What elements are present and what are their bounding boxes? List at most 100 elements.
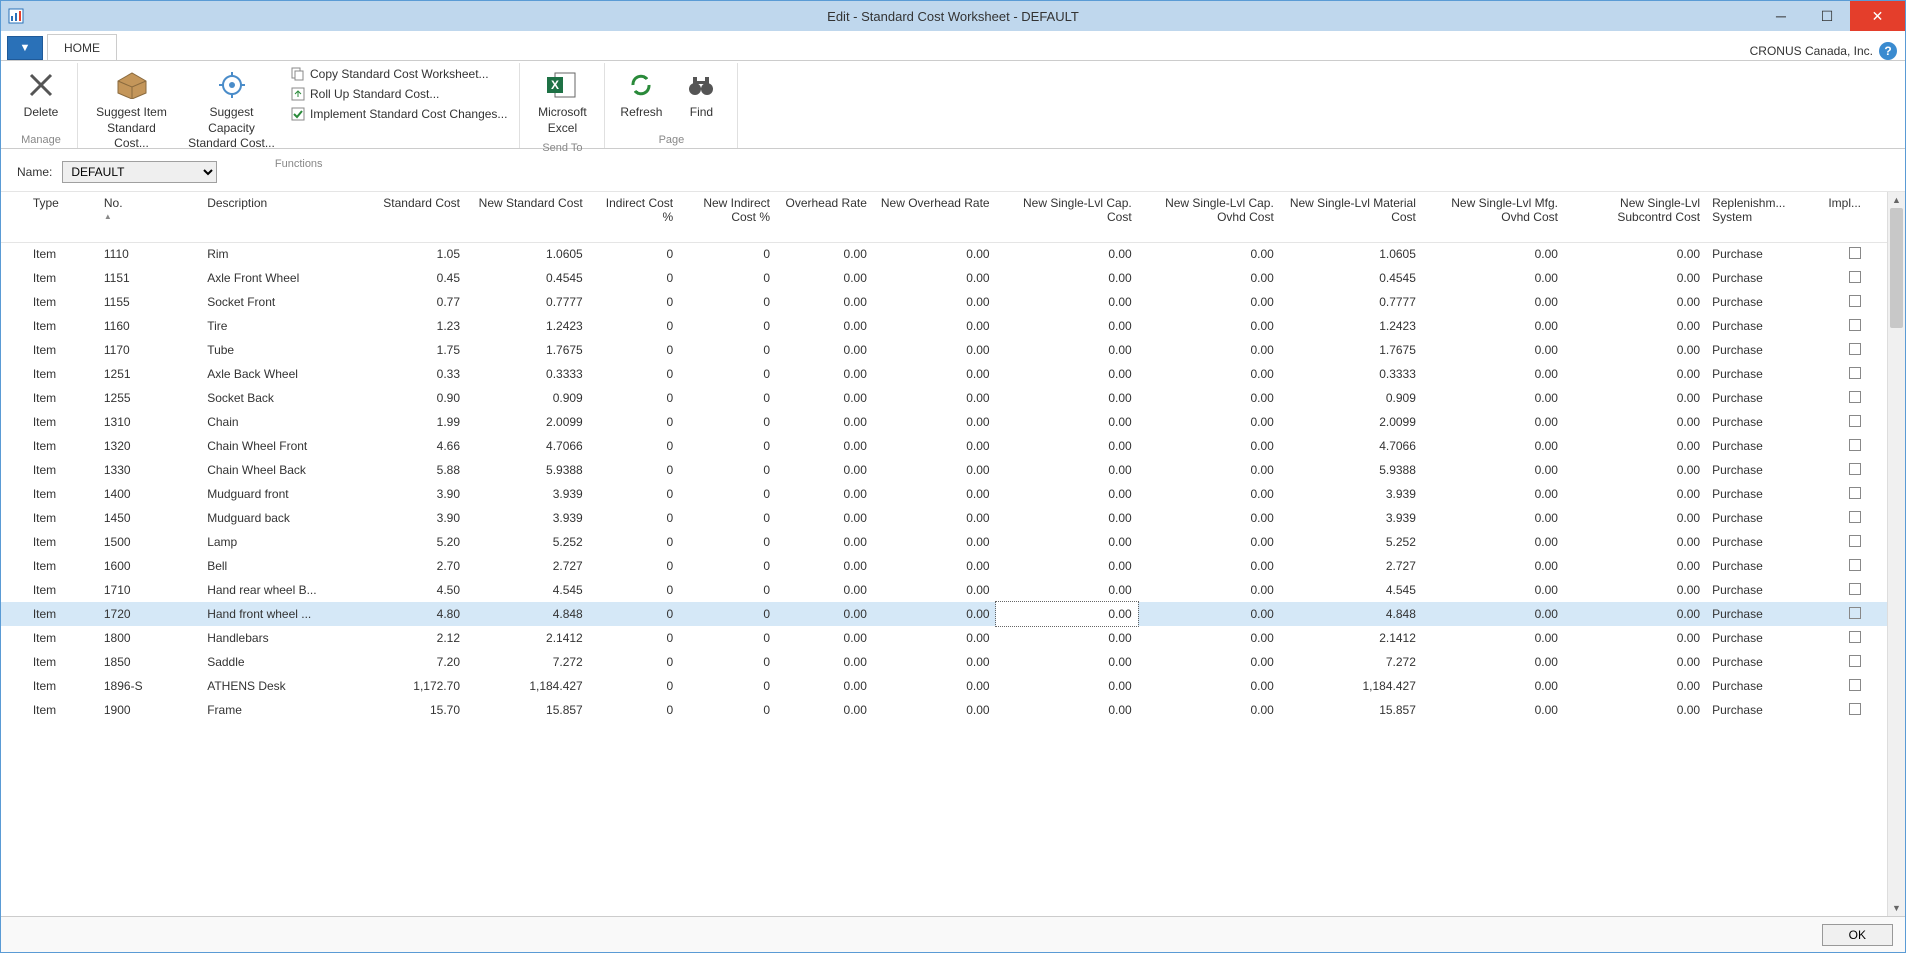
- cell-nind[interactable]: 0: [679, 602, 776, 626]
- cell-nstd[interactable]: 2.1412: [466, 626, 589, 650]
- suggest-item-button[interactable]: Suggest Item Standard Cost...: [84, 63, 179, 156]
- cell-std[interactable]: 5.88: [369, 458, 466, 482]
- cell-no[interactable]: 1450: [98, 506, 201, 530]
- cell-novh[interactable]: 0.00: [873, 602, 996, 626]
- cell-rep[interactable]: Purchase: [1706, 506, 1822, 530]
- cell-type[interactable]: Item: [27, 698, 98, 722]
- cell[interactable]: [1, 530, 27, 554]
- cell[interactable]: [1, 386, 27, 410]
- cell-ncap[interactable]: 0.00: [996, 482, 1138, 506]
- cell-ncap[interactable]: 0.00: [996, 554, 1138, 578]
- cell-rep[interactable]: Purchase: [1706, 578, 1822, 602]
- cell-nsub[interactable]: 0.00: [1564, 290, 1706, 314]
- cell-rep[interactable]: Purchase: [1706, 242, 1822, 266]
- cell-impl[interactable]: [1822, 602, 1887, 626]
- cell-nmfg[interactable]: 0.00: [1422, 458, 1564, 482]
- impl-checkbox[interactable]: [1849, 511, 1861, 523]
- cell-impl[interactable]: [1822, 578, 1887, 602]
- cell-desc[interactable]: Hand front wheel ...: [201, 602, 369, 626]
- cell-desc[interactable]: Socket Back: [201, 386, 369, 410]
- table-row[interactable]: Item1251Axle Back Wheel0.330.3333000.000…: [1, 362, 1887, 386]
- cell-no[interactable]: 1900: [98, 698, 201, 722]
- col-no[interactable]: No.▲: [98, 192, 201, 242]
- cell-ind[interactable]: 0: [589, 242, 679, 266]
- table-row[interactable]: Item1320Chain Wheel Front4.664.7066000.0…: [1, 434, 1887, 458]
- impl-checkbox[interactable]: [1849, 247, 1861, 259]
- cell-ncapo[interactable]: 0.00: [1138, 434, 1280, 458]
- impl-checkbox[interactable]: [1849, 487, 1861, 499]
- cell-std[interactable]: 1,172.70: [369, 674, 466, 698]
- cell-nmfg[interactable]: 0.00: [1422, 554, 1564, 578]
- cell-impl[interactable]: [1822, 242, 1887, 266]
- cell-nind[interactable]: 0: [679, 674, 776, 698]
- cell-nsub[interactable]: 0.00: [1564, 242, 1706, 266]
- cell-nsub[interactable]: 0.00: [1564, 698, 1706, 722]
- cell-impl[interactable]: [1822, 386, 1887, 410]
- cell-impl[interactable]: [1822, 530, 1887, 554]
- cell-ovh[interactable]: 0.00: [776, 578, 873, 602]
- col-newmat[interactable]: New Single-Lvl Material Cost: [1280, 192, 1422, 242]
- tab-home[interactable]: HOME: [47, 34, 117, 60]
- cell-type[interactable]: Item: [27, 410, 98, 434]
- col-newsub[interactable]: New Single-Lvl Subcontrd Cost: [1564, 192, 1706, 242]
- cell-type[interactable]: Item: [27, 242, 98, 266]
- cell-ovh[interactable]: 0.00: [776, 362, 873, 386]
- cell-nmfg[interactable]: 0.00: [1422, 650, 1564, 674]
- cell-nind[interactable]: 0: [679, 458, 776, 482]
- impl-checkbox[interactable]: [1849, 535, 1861, 547]
- cell-nsub[interactable]: 0.00: [1564, 266, 1706, 290]
- cell-ind[interactable]: 0: [589, 314, 679, 338]
- cell-nind[interactable]: 0: [679, 482, 776, 506]
- cell-nstd[interactable]: 0.909: [466, 386, 589, 410]
- cell-ncap[interactable]: 0.00: [996, 602, 1138, 626]
- cell-nstd[interactable]: 2.727: [466, 554, 589, 578]
- cell-ovh[interactable]: 0.00: [776, 674, 873, 698]
- maximize-button[interactable]: ☐: [1804, 1, 1850, 31]
- col-newcap[interactable]: New Single-Lvl Cap. Cost: [996, 192, 1138, 242]
- cell[interactable]: [1, 266, 27, 290]
- cell-ind[interactable]: 0: [589, 458, 679, 482]
- refresh-button[interactable]: Refresh: [611, 63, 671, 125]
- cell-nmat[interactable]: 3.939: [1280, 506, 1422, 530]
- cell-ind[interactable]: 0: [589, 338, 679, 362]
- cell-ncap[interactable]: 0.00: [996, 530, 1138, 554]
- cell-std[interactable]: 5.20: [369, 530, 466, 554]
- cell-nind[interactable]: 0: [679, 242, 776, 266]
- worksheet-grid[interactable]: Type No.▲ Description Standard Cost New …: [1, 192, 1887, 916]
- cell-ind[interactable]: 0: [589, 362, 679, 386]
- cell-ind[interactable]: 0: [589, 650, 679, 674]
- cell-nmfg[interactable]: 0.00: [1422, 674, 1564, 698]
- cell-novh[interactable]: 0.00: [873, 626, 996, 650]
- cell-nmfg[interactable]: 0.00: [1422, 506, 1564, 530]
- cell-nmat[interactable]: 4.848: [1280, 602, 1422, 626]
- cell-no[interactable]: 1800: [98, 626, 201, 650]
- cell-ncap[interactable]: 0.00: [996, 314, 1138, 338]
- cell-ncapo[interactable]: 0.00: [1138, 458, 1280, 482]
- cell-nmat[interactable]: 5.9388: [1280, 458, 1422, 482]
- cell-type[interactable]: Item: [27, 674, 98, 698]
- cell-type[interactable]: Item: [27, 530, 98, 554]
- cell-nmfg[interactable]: 0.00: [1422, 386, 1564, 410]
- cell[interactable]: [1, 554, 27, 578]
- cell-ind[interactable]: 0: [589, 266, 679, 290]
- cell-rep[interactable]: Purchase: [1706, 458, 1822, 482]
- cell-desc[interactable]: Mudguard front: [201, 482, 369, 506]
- cell-no[interactable]: 1600: [98, 554, 201, 578]
- cell-rep[interactable]: Purchase: [1706, 266, 1822, 290]
- cell-ind[interactable]: 0: [589, 602, 679, 626]
- cell-ncap[interactable]: 0.00: [996, 674, 1138, 698]
- cell-ncapo[interactable]: 0.00: [1138, 266, 1280, 290]
- cell-type[interactable]: Item: [27, 362, 98, 386]
- cell-nmat[interactable]: 0.4545: [1280, 266, 1422, 290]
- cell-std[interactable]: 7.20: [369, 650, 466, 674]
- cell-nmfg[interactable]: 0.00: [1422, 338, 1564, 362]
- cell-ncapo[interactable]: 0.00: [1138, 602, 1280, 626]
- cell-nmfg[interactable]: 0.00: [1422, 290, 1564, 314]
- cell-ind[interactable]: 0: [589, 386, 679, 410]
- col-stdcost[interactable]: Standard Cost: [369, 192, 466, 242]
- cell-ncap[interactable]: 0.00: [996, 386, 1138, 410]
- cell-nmfg[interactable]: 0.00: [1422, 482, 1564, 506]
- impl-checkbox[interactable]: [1849, 391, 1861, 403]
- cell-ncapo[interactable]: 0.00: [1138, 650, 1280, 674]
- cell-nmat[interactable]: 2.0099: [1280, 410, 1422, 434]
